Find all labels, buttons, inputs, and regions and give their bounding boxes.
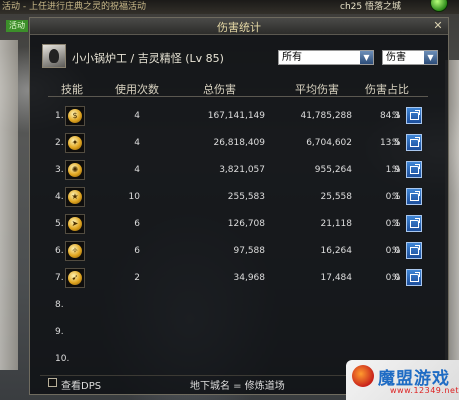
row-total: 167,141,149 <box>207 111 265 121</box>
table-row: 6. ✧ 6 97,588 16,264 0.0 % <box>30 239 450 266</box>
row-uses: 4 <box>134 111 140 121</box>
detail-button[interactable] <box>406 188 422 205</box>
damage-stats-window: 伤害统计 ✕ 小小锅炉工 / 吉灵精怪 (Lv 85) 所有 ▼ 伤害 ▼ 技能… <box>29 17 449 395</box>
row-uses: 6 <box>134 219 140 229</box>
background-pillar-left <box>0 40 18 370</box>
table-row: 8. <box>30 293 450 320</box>
row-total: 255,583 <box>227 192 265 202</box>
dash-icon: ➤ <box>68 217 82 231</box>
event-notice-bar: 活动 - 上任进行庄典之灵的祝福活动 ch25 悟落之城 <box>0 0 459 14</box>
logo-mark-icon <box>352 365 374 387</box>
row-uses: 4 <box>134 138 140 148</box>
row-average: 17,484 <box>320 273 353 283</box>
dungeon-name: 地下城名 = 修炼道场 <box>190 381 285 392</box>
table-row: 9. <box>30 320 450 347</box>
row-percent-sign: % <box>392 111 401 121</box>
row-average: 6,704,602 <box>306 138 352 148</box>
chevron-down-icon[interactable]: ▼ <box>360 51 373 64</box>
star-throw-icon: ★ <box>68 190 82 204</box>
row-index: 4. <box>55 192 64 202</box>
row-index: 1. <box>55 111 64 121</box>
table-row: 1. $ 4 167,141,149 41,785,288 84.3 % <box>30 104 450 131</box>
detail-button[interactable] <box>406 215 422 232</box>
filter-select-value: 所有 <box>282 52 302 63</box>
coin-pouch-icon: $ <box>68 109 82 123</box>
window-titlebar[interactable]: 伤害统计 ✕ <box>30 18 448 35</box>
channel-name: ch25 悟落之城 <box>340 2 401 12</box>
show-dps-label[interactable]: 查看DPS <box>61 377 101 392</box>
row-total: 3,821,057 <box>219 165 265 175</box>
row-average: 21,118 <box>320 219 353 229</box>
character-portrait <box>42 44 66 68</box>
row-index: 6. <box>55 246 64 256</box>
row-average: 955,264 <box>314 165 352 175</box>
column-header-share: 伤害占比 <box>365 83 409 96</box>
close-icon[interactable]: ✕ <box>432 20 444 32</box>
table-row: 3. ✺ 4 3,821,057 955,264 1.9 % <box>30 158 450 185</box>
fan-burst-icon: ✺ <box>68 163 82 177</box>
row-uses: 6 <box>134 246 140 256</box>
watermark-logo: 魔盟游戏 www.12349.net <box>346 360 459 400</box>
status-orb-icon[interactable] <box>430 0 448 12</box>
row-percent-sign: % <box>392 219 401 229</box>
row-percent-sign: % <box>392 273 401 283</box>
stat-type-select[interactable]: 伤害 ▼ <box>382 50 438 65</box>
table-row: 5. ➤ 6 126,708 21,118 0.1 % <box>30 212 450 239</box>
row-average: 25,558 <box>320 192 353 202</box>
event-badge[interactable]: 活动 <box>6 20 28 32</box>
row-total: 126,708 <box>227 219 265 229</box>
detail-button[interactable] <box>406 242 422 259</box>
table-row: 7. ➹ 2 34,968 17,484 0.0 % <box>30 266 450 293</box>
row-index: 2. <box>55 138 64 148</box>
detail-button[interactable] <box>406 134 422 151</box>
filter-select[interactable]: 所有 ▼ <box>278 50 374 65</box>
table-row: 2. ✦ 4 26,818,409 6,704,602 13.5 % <box>30 131 450 158</box>
spin-kick-icon: ✧ <box>68 244 82 258</box>
row-total: 26,818,409 <box>213 138 265 148</box>
header-divider <box>48 96 428 97</box>
row-uses: 10 <box>128 192 140 202</box>
event-notice-text: 活动 - 上任进行庄典之灵的祝福活动 <box>2 2 146 12</box>
character-name: 小小锅炉工 / 吉灵精怪 (Lv 85) <box>72 52 224 65</box>
row-index: 9. <box>55 327 64 337</box>
stat-type-select-value: 伤害 <box>386 52 406 63</box>
row-percent-sign: % <box>392 192 401 202</box>
chevron-down-icon[interactable]: ▼ <box>424 51 437 64</box>
row-total: 34,968 <box>233 273 266 283</box>
column-header-average: 平均伤害 <box>295 83 339 96</box>
detail-button[interactable] <box>406 161 422 178</box>
character-row: 小小锅炉工 / 吉灵精怪 (Lv 85) 所有 ▼ 伤害 ▼ <box>42 44 442 70</box>
column-header-skill: 技能 <box>61 83 83 96</box>
row-average: 41,785,288 <box>300 111 352 121</box>
row-index: 7. <box>55 273 64 283</box>
flame-strike-icon: ✦ <box>68 136 82 150</box>
row-uses: 4 <box>134 165 140 175</box>
row-index: 5. <box>55 219 64 229</box>
claw-swipe-icon: ➹ <box>68 271 82 285</box>
window-title: 伤害统计 <box>217 21 261 34</box>
row-percent-sign: % <box>392 246 401 256</box>
row-index: 10. <box>55 354 70 364</box>
show-dps-checkbox[interactable] <box>48 378 57 387</box>
table-row: 4. ★ 10 255,583 25,558 0.1 % <box>30 185 450 212</box>
watermark-url: www.12349.net <box>390 386 459 395</box>
row-average: 16,264 <box>320 246 353 256</box>
row-index: 3. <box>55 165 64 175</box>
row-percent-sign: % <box>392 165 401 175</box>
detail-button[interactable] <box>406 107 422 124</box>
row-index: 8. <box>55 300 64 310</box>
detail-button[interactable] <box>406 269 422 286</box>
row-uses: 2 <box>134 273 140 283</box>
row-total: 97,588 <box>233 246 266 256</box>
column-header-uses: 使用次数 <box>115 83 159 96</box>
row-percent-sign: % <box>392 138 401 148</box>
column-header-total: 总伤害 <box>203 83 236 96</box>
